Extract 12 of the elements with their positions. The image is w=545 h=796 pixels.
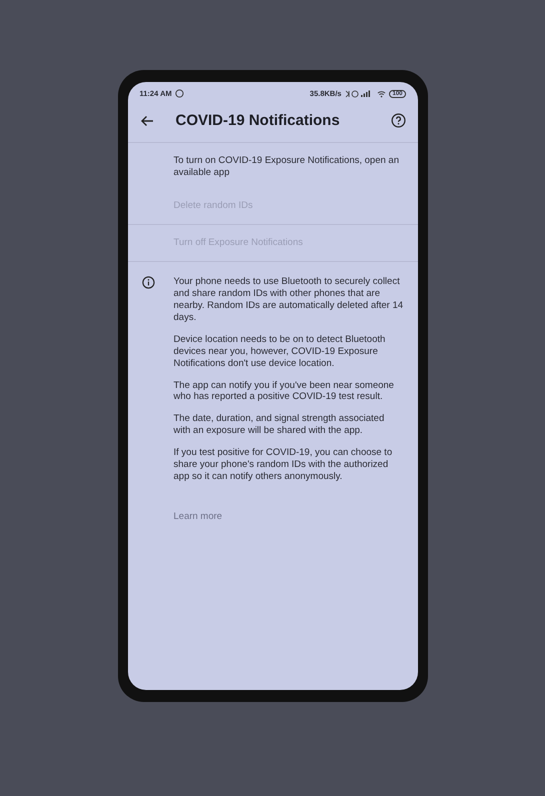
info-paragraph: Device location needs to be on to detect Bluetooth devices near you, however, COVID-19 Exposure Notifications don't use device location. <box>174 334 386 370</box>
screen-title: COVID-19 Notifications <box>176 112 341 129</box>
learn-more-link[interactable]: Learn more <box>174 510 404 522</box>
info-paragraph: The date, duration, and signal strength associated with an exposure will be shared with the app. <box>174 413 386 437</box>
info-icon <box>142 276 154 290</box>
help-icon[interactable] <box>390 113 406 128</box>
intro-text: To turn on COVID-19 Exposure Notifications, open an available app <box>174 155 399 178</box>
info-paragraph: If you test positive for COVID-19, you can choose to share your phone's random IDs with the authorized app so it can notify others anonymously. <box>174 447 394 483</box>
back-arrow-icon[interactable] <box>140 114 154 126</box>
wifi-icon <box>377 90 386 98</box>
info-paragraph: Your phone needs to use Bluetooth to securely collect and share random IDs with other phones that are nearby. Random IDs are automatically deleted after 14 days. <box>174 276 404 324</box>
info-paragraph: The app can notify you if you've been near someone who has reported a positive COVID-19 test result. <box>174 380 395 404</box>
